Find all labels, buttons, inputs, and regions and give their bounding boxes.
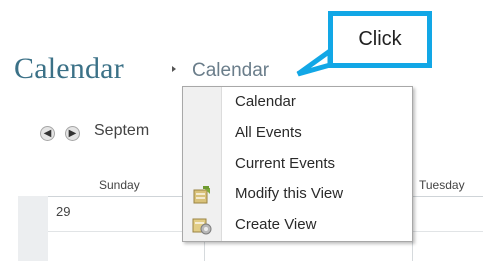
menu-item-all-events[interactable]: All Events <box>235 124 302 141</box>
day-header-tuesday: Tuesday <box>419 178 465 192</box>
callout-box: Click <box>328 11 432 68</box>
next-month-button[interactable]: ▶ <box>65 126 80 141</box>
breadcrumb-separator-icon <box>172 66 176 72</box>
modify-view-icon <box>193 186 210 204</box>
menu-item-modify-this-view[interactable]: Modify this View <box>235 185 343 202</box>
page-title: Calendar <box>14 52 124 85</box>
menu-item-create-view[interactable]: Create View <box>235 216 316 233</box>
week-gutter <box>18 196 48 261</box>
create-view-icon <box>192 218 212 235</box>
arrow-right-icon: ▶ <box>68 128 77 139</box>
menu-item-current-events[interactable]: Current Events <box>235 155 335 172</box>
arrow-left-icon: ◀ <box>43 128 52 139</box>
month-label: Septem <box>94 122 150 139</box>
breadcrumb-view-selector[interactable]: Calendar <box>192 60 269 82</box>
calendar-date[interactable]: 29 <box>56 204 70 219</box>
callout-label: Click <box>358 28 402 50</box>
day-header-sunday: Sunday <box>99 178 140 192</box>
menu-item-calendar[interactable]: Calendar <box>235 93 296 110</box>
previous-month-button[interactable]: ◀ <box>40 126 55 141</box>
view-dropdown-menu: Calendar All Events Current Events Modif… <box>182 86 413 242</box>
